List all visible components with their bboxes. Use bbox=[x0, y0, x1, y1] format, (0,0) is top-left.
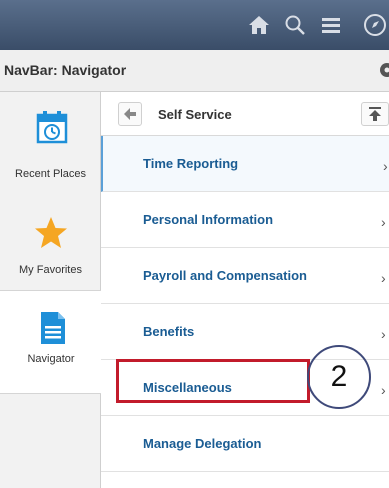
nav-item-manage-delegation[interactable]: Manage Delegation bbox=[101, 416, 389, 472]
nav-item-personal-information[interactable]: Personal Information › bbox=[101, 192, 389, 248]
back-button[interactable] bbox=[118, 102, 142, 126]
arrow-left-icon bbox=[124, 108, 136, 120]
nav-item-label: Personal Information bbox=[143, 212, 274, 227]
tile-label-my-favorites: My Favorites bbox=[19, 264, 82, 276]
nav-item-label: Payroll and Compensation bbox=[143, 268, 307, 283]
self-service-title: Self Service bbox=[158, 107, 232, 122]
nav-item-label: Time Reporting bbox=[143, 156, 239, 171]
step-number-callout: 2 bbox=[307, 345, 371, 409]
tile-label-recent-places: Recent Places bbox=[15, 168, 86, 180]
chevron-right-icon: › bbox=[381, 326, 386, 342]
star-icon bbox=[34, 216, 68, 253]
chevron-right-icon: › bbox=[383, 158, 388, 174]
self-service-header: Self Service bbox=[101, 92, 389, 136]
navbar-header: NavBar: Navigator bbox=[0, 50, 389, 92]
tile-label-navigator: Navigator bbox=[27, 353, 75, 365]
chevron-right-icon: › bbox=[381, 382, 386, 398]
nav-item-label: Benefits bbox=[143, 324, 195, 339]
navbar-left-column: Recent Places My Favorites Navigator bbox=[0, 92, 102, 488]
top-banner bbox=[0, 0, 389, 50]
search-icon[interactable] bbox=[282, 12, 308, 38]
pin-top-icon bbox=[369, 107, 381, 121]
nav-item-label: Manage Delegation bbox=[143, 436, 262, 451]
pin-to-top-button[interactable] bbox=[361, 102, 389, 126]
gear-icon[interactable] bbox=[375, 60, 389, 85]
calendar-clock-icon bbox=[36, 110, 68, 147]
tile-navigator[interactable]: Navigator bbox=[0, 290, 102, 394]
nav-item-payroll-and-compensation[interactable]: Payroll and Compensation › bbox=[101, 248, 389, 304]
tile-my-favorites[interactable]: My Favorites bbox=[0, 192, 101, 290]
navigator-panel: Self Service Time Reporting › Personal I… bbox=[101, 92, 389, 488]
nav-item-time-reporting[interactable]: Time Reporting › bbox=[101, 136, 389, 192]
highlight-box bbox=[116, 359, 310, 403]
menu-icon[interactable] bbox=[318, 12, 344, 38]
navbar-title: NavBar: Navigator bbox=[4, 62, 127, 78]
compass-icon[interactable] bbox=[362, 12, 388, 38]
chevron-right-icon: › bbox=[381, 270, 386, 286]
tile-recent-places[interactable]: Recent Places bbox=[0, 92, 101, 192]
home-icon[interactable] bbox=[246, 12, 272, 38]
chevron-right-icon: › bbox=[381, 214, 386, 230]
document-icon bbox=[40, 311, 66, 348]
